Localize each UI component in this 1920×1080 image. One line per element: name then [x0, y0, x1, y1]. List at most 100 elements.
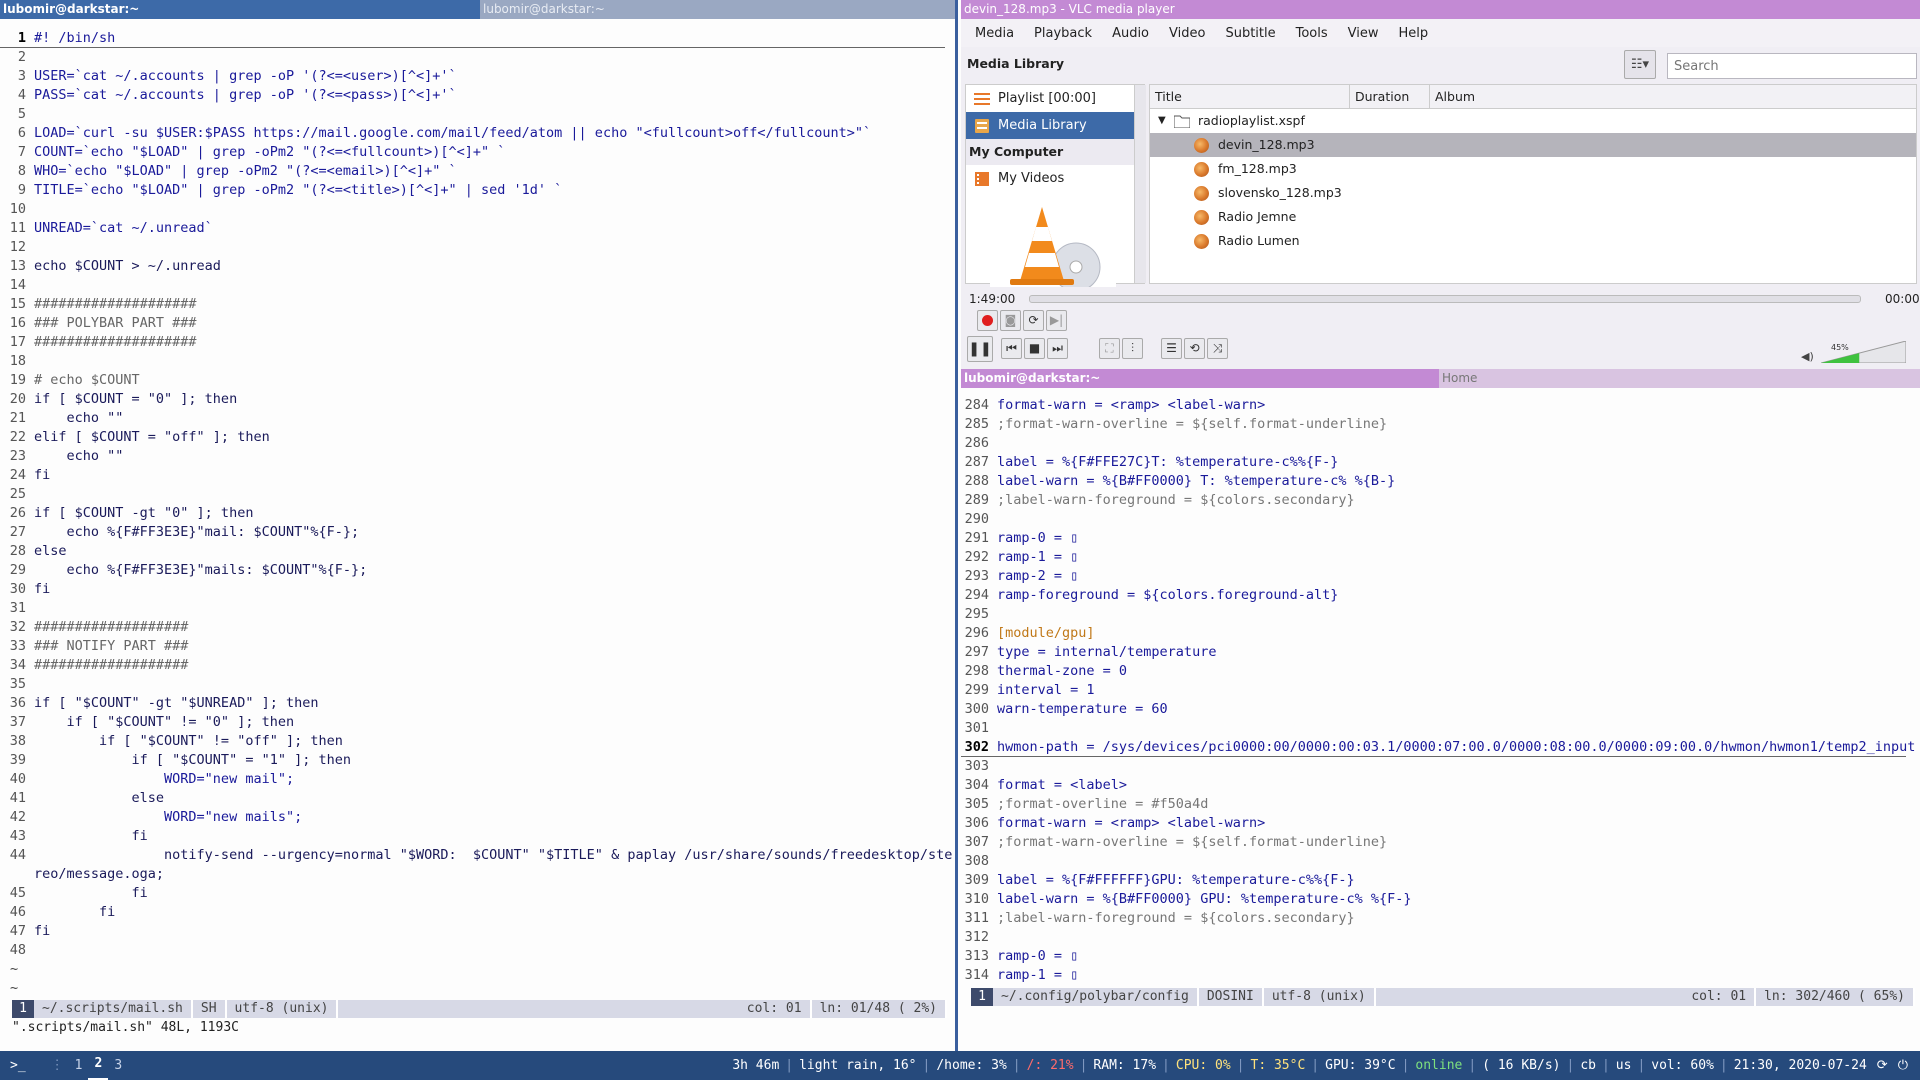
sidebar-item-playlist[interactable]: Playlist [00:00] — [966, 85, 1144, 112]
code-line[interactable]: 299 interval = 1 — [961, 681, 1920, 700]
expand-arrow-icon[interactable]: ▼ — [1158, 109, 1166, 133]
terminal-prompt-icon[interactable]: >_ — [0, 1051, 31, 1080]
code-line[interactable]: reo/message.oga; — [0, 865, 955, 884]
refresh-icon[interactable]: ⟳ — [1872, 1051, 1893, 1080]
frame-step-button[interactable]: ▶| — [1046, 310, 1067, 331]
code-line[interactable]: 303 — [961, 757, 1920, 776]
playlist-item[interactable]: Radio Jemne — [1150, 205, 1916, 229]
code-line[interactable]: 287 label = %{F#FFE27C}T: %temperature-c%… — [961, 453, 1920, 472]
column-duration[interactable]: Duration — [1350, 85, 1430, 108]
sidebar-item-media-library[interactable]: Media Library — [966, 112, 1144, 139]
code-line[interactable]: 5 — [0, 105, 955, 124]
code-line[interactable]: 296 [module/gpu] — [961, 624, 1920, 643]
code-line[interactable]: 4 PASS=`cat ~/.accounts | grep -oP '(?<=<… — [0, 86, 955, 105]
speaker-icon[interactable]: ◀) — [1801, 350, 1814, 363]
code-line[interactable]: 11 UNREAD=`cat ~/.unread` — [0, 219, 955, 238]
code-line[interactable]: 13 echo $COUNT > ~/.unread — [0, 257, 955, 276]
code-line[interactable]: 307 ;format-warn-overline = ${self.format… — [961, 833, 1920, 852]
code-line[interactable]: 309 label = %{F#FFFFFF}GPU: %temperature-… — [961, 871, 1920, 890]
sidebar-item-my-videos[interactable]: My Videos — [966, 165, 1144, 192]
search-input[interactable] — [1667, 53, 1917, 79]
polybar-module[interactable]: CPU: 0% — [1171, 1051, 1236, 1080]
code-line[interactable]: 3 USER=`cat ~/.accounts | grep -oP '(?<=<… — [0, 67, 955, 86]
code-line[interactable]: 39 if [ "$COUNT" = "1" ]; then — [0, 751, 955, 770]
polybar-module[interactable]: 21:30, 2020-07-24 — [1729, 1051, 1872, 1080]
code-line[interactable]: 289 ;label-warn-foreground = ${colors.sec… — [961, 491, 1920, 510]
power-icon[interactable]: ⏻ — [1893, 1051, 1920, 1080]
code-line[interactable]: 14 — [0, 276, 955, 295]
menu-audio[interactable]: Audio — [1112, 26, 1149, 41]
vlc-window[interactable]: devin_128.mp3 - VLC media player Media P… — [961, 0, 1920, 369]
code-line[interactable]: 27 echo %{F#FF3E3E}"mail: $COUNT"%{F-}; — [0, 523, 955, 542]
polybar-module[interactable]: online — [1410, 1051, 1467, 1080]
code-line[interactable]: 34 ################### — [0, 656, 955, 675]
playlist-toggle-button[interactable]: ☰ — [1161, 338, 1182, 359]
code-line[interactable]: 45 fi — [0, 884, 955, 903]
code-line[interactable]: 284 format-warn = <ramp> <label-warn> — [961, 396, 1920, 415]
polybar-module[interactable]: cb — [1575, 1051, 1601, 1080]
left-terminal-window[interactable]: lubomir@darkstar:~ lubomir@darkstar:~ 1 #… — [0, 0, 958, 1051]
next-button[interactable]: ⏭ — [1047, 338, 1068, 359]
code-line[interactable]: 44 notify-send --urgency=normal "$WORD: … — [0, 846, 955, 865]
code-line[interactable]: 12 — [0, 238, 955, 257]
code-line[interactable]: 301 — [961, 719, 1920, 738]
code-line[interactable]: 25 — [0, 485, 955, 504]
menu-video[interactable]: Video — [1169, 26, 1205, 41]
code-line[interactable]: 305 ;format-overline = #f50a4d — [961, 795, 1920, 814]
code-line[interactable]: 21 echo "" — [0, 409, 955, 428]
code-line[interactable]: 46 fi — [0, 903, 955, 922]
menu-tools[interactable]: Tools — [1296, 26, 1328, 41]
code-line[interactable]: 29 echo %{F#FF3E3E}"mails: $COUNT"%{F-}; — [0, 561, 955, 580]
loop-ab-button[interactable]: ⟳ — [1023, 310, 1044, 331]
menu-help[interactable]: Help — [1399, 26, 1429, 41]
column-album[interactable]: Album — [1430, 85, 1916, 108]
code-line[interactable]: 295 — [961, 605, 1920, 624]
code-line[interactable]: 35 — [0, 675, 955, 694]
left-terminal-tab-inactive[interactable]: lubomir@darkstar:~ — [480, 0, 955, 19]
code-line[interactable]: 294 ramp-foreground = ${colors.foreground… — [961, 586, 1920, 605]
code-line[interactable]: 1 #! /bin/sh — [0, 29, 945, 48]
workspace-1[interactable]: 1 — [69, 1051, 89, 1080]
polybar-module[interactable]: /home: 3% — [931, 1051, 1011, 1080]
code-line[interactable]: 285 ;format-warn-overline = ${self.format… — [961, 415, 1920, 434]
code-line[interactable]: 24 fi — [0, 466, 955, 485]
right-editor-buffer[interactable]: 284 format-warn = <ramp> <label-warn> 285;… — [961, 396, 1920, 985]
fullscreen-button[interactable]: ⛶ — [1099, 338, 1120, 359]
code-line[interactable]: 18 — [0, 352, 955, 371]
polybar-module[interactable]: us — [1611, 1051, 1637, 1080]
polybar-module[interactable]: vol: 60% — [1646, 1051, 1719, 1080]
code-line[interactable]: 20 if [ $COUNT = "0" ]; then — [0, 390, 955, 409]
equalizer-button[interactable]: ⫶ — [1122, 338, 1143, 359]
code-line[interactable]: 22 elif [ $COUNT = "off" ]; then — [0, 428, 955, 447]
playlist-item[interactable]: devin_128.mp3 — [1150, 133, 1916, 157]
playlist-item[interactable]: Radio Lumen — [1150, 229, 1916, 253]
snapshot-button[interactable]: ◙ — [1000, 310, 1021, 331]
polybar-module[interactable]: T: 35°C — [1246, 1051, 1311, 1080]
code-line[interactable]: 38 if [ "$COUNT" != "off" ]; then — [0, 732, 955, 751]
polybar-module[interactable]: 3h 46m — [727, 1051, 784, 1080]
code-line[interactable]: 313 ramp-0 = ▯ — [961, 947, 1920, 966]
right-terminal-window[interactable]: lubomir@darkstar:~ Home 284 format-warn =… — [961, 369, 1920, 1051]
seek-slider[interactable] — [1029, 295, 1861, 303]
playlist-item[interactable]: slovensko_128.mp3 — [1150, 181, 1916, 205]
code-line[interactable]: 304 format = <label> — [961, 776, 1920, 795]
total-time[interactable]: 00:00 — [1885, 292, 1920, 306]
code-line[interactable]: 286 — [961, 434, 1920, 453]
left-editor-buffer[interactable]: 1 #! /bin/sh 2 3 USER=`cat ~/.accounts | gre… — [0, 29, 955, 998]
code-line[interactable]: 298 thermal-zone = 0 — [961, 662, 1920, 681]
code-line[interactable]: 306 format-warn = <ramp> <label-warn> — [961, 814, 1920, 833]
right-terminal-tab-active[interactable]: lubomir@darkstar:~ — [961, 369, 1439, 388]
menu-media[interactable]: Media — [975, 26, 1014, 41]
record-button[interactable] — [977, 310, 998, 331]
code-line[interactable]: 31 — [0, 599, 955, 618]
code-line[interactable]: 33 ### NOTIFY PART ### — [0, 637, 955, 656]
code-line[interactable]: 15 #################### — [0, 295, 955, 314]
workspace-2[interactable]: 2 — [88, 1051, 109, 1080]
playlist-item[interactable]: fm_128.mp3 — [1150, 157, 1916, 181]
code-line[interactable]: 19 # echo $COUNT — [0, 371, 955, 390]
code-line[interactable]: 312 — [961, 928, 1920, 947]
code-line[interactable]: 8 WHO=`echo "$LOAD" | grep -oPm2 "(?<=<em… — [0, 162, 955, 181]
code-line[interactable]: 308 — [961, 852, 1920, 871]
code-line[interactable]: 2 — [0, 48, 955, 67]
code-line[interactable]: 36 if [ "$COUNT" -gt "$UNREAD" ]; then — [0, 694, 955, 713]
